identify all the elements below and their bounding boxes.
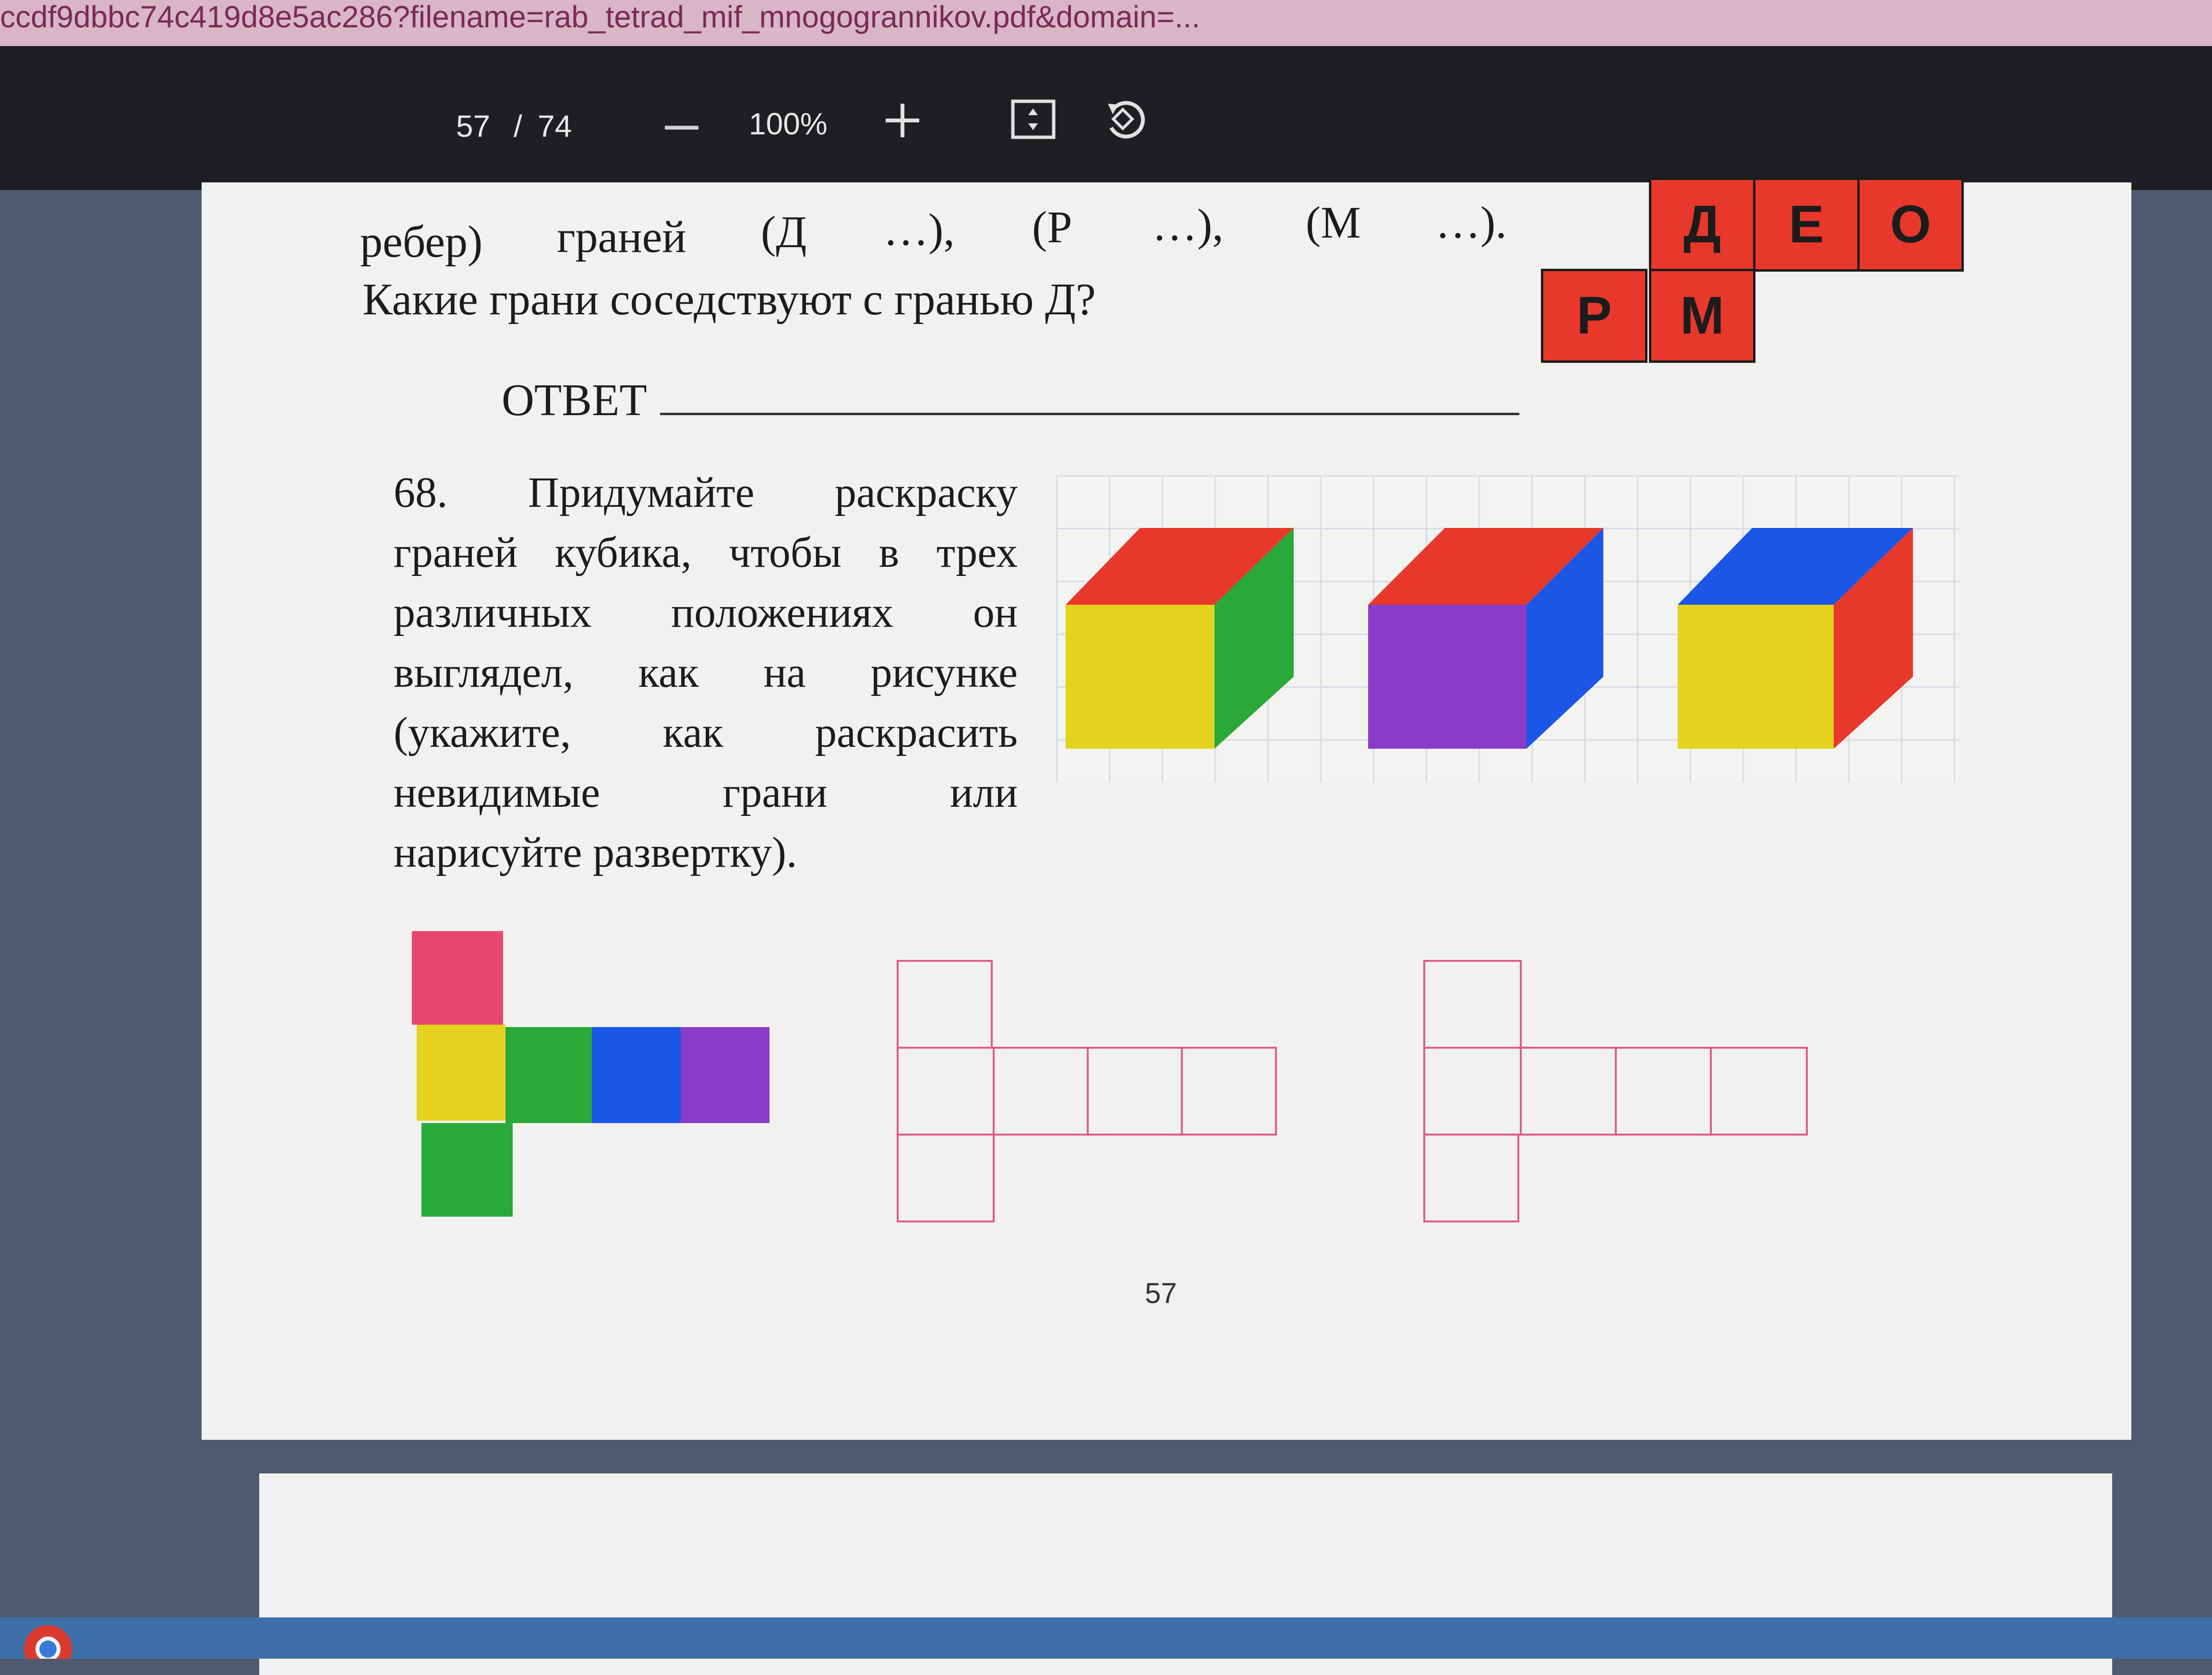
net-cell-d: Д bbox=[1649, 178, 1755, 272]
page-number: 57 bbox=[1145, 1277, 1177, 1309]
face-r-blank: …), bbox=[1152, 200, 1224, 250]
face-m-label: (М bbox=[1306, 198, 1361, 248]
colored-net-purple bbox=[681, 1027, 769, 1123]
empty-net-1-cell bbox=[897, 1047, 995, 1136]
cube-1-front bbox=[1066, 605, 1214, 749]
task68-line-6: невидимые грани или bbox=[394, 769, 1018, 816]
empty-net-2-cell bbox=[1423, 1047, 1522, 1136]
task68-line-5: (укажите, как раскрасить bbox=[394, 709, 1018, 756]
taskbar bbox=[0, 1617, 2212, 1673]
empty-net-1-bottom bbox=[897, 1134, 995, 1222]
current-page-input[interactable]: 57 bbox=[456, 108, 490, 144]
pdf-toolbar: 57 / 74 100% bbox=[0, 46, 2212, 190]
net-cell-e: Е bbox=[1753, 178, 1860, 272]
face-d-label: (Д bbox=[761, 207, 807, 257]
plus-icon[interactable] bbox=[886, 104, 919, 140]
task68-line-2: граней кубика, чтобы в трех bbox=[394, 529, 1018, 576]
face-d-blank: …), bbox=[883, 205, 955, 255]
chrome-icon[interactable] bbox=[19, 1620, 77, 1673]
question-text: Какие грани соседствуют с гранью Д? bbox=[362, 275, 1096, 324]
empty-net-2-cell bbox=[1615, 1047, 1712, 1136]
cube-3-front bbox=[1678, 605, 1834, 749]
cube-2 bbox=[1368, 528, 1603, 749]
document-page: ребер) граней (Д …), (Р …), (М …). Какие… bbox=[202, 178, 2131, 1440]
empty-net-1-top bbox=[897, 960, 993, 1049]
empty-net-2-bottom bbox=[1423, 1134, 1519, 1222]
net-cell-o: О bbox=[1857, 178, 1964, 272]
task68-line-3: различных положениях он bbox=[394, 589, 1018, 636]
answer-label: ОТВЕТ bbox=[502, 375, 647, 425]
page-separator: / bbox=[514, 109, 522, 144]
address-bar[interactable]: ccdf9dbbc74c419d8e5ac286?filename=rab_te… bbox=[0, 0, 2212, 46]
cube-views bbox=[1066, 528, 1913, 749]
colored-net-blue bbox=[592, 1027, 681, 1123]
total-pages: 74 bbox=[538, 109, 572, 144]
empty-net-1-cell bbox=[1087, 1047, 1183, 1136]
colored-net-bottom bbox=[421, 1123, 513, 1217]
minus-icon[interactable] bbox=[665, 123, 698, 135]
empty-net-1-cell bbox=[1181, 1047, 1277, 1136]
empty-net-2-cell bbox=[1710, 1047, 1808, 1136]
word-ribs: ребер) bbox=[360, 217, 483, 267]
url-text: ccdf9dbbc74c419d8e5ac286?filename=rab_te… bbox=[0, 0, 1201, 34]
task68-line-1: 68. Придумайте раскраску bbox=[394, 469, 1018, 516]
cube-1 bbox=[1066, 528, 1294, 749]
empty-net-1-cell bbox=[993, 1047, 1089, 1136]
empty-net-2-top bbox=[1423, 960, 1522, 1049]
face-r-label: (Р bbox=[1032, 203, 1072, 252]
fit-page-icon[interactable] bbox=[1010, 99, 1056, 142]
colored-net-top bbox=[412, 931, 503, 1025]
task68-line-4: выглядел, как на рисунке bbox=[394, 649, 1018, 696]
colored-net-green bbox=[505, 1027, 592, 1123]
zoom-level[interactable]: 100% bbox=[749, 106, 828, 142]
answer-line bbox=[660, 413, 1519, 415]
rotate-icon[interactable] bbox=[1099, 94, 1147, 144]
colored-net-yellow bbox=[417, 1025, 505, 1121]
empty-net-2-cell bbox=[1520, 1047, 1617, 1136]
word-faces: граней bbox=[557, 212, 686, 262]
net-cell-m: М bbox=[1649, 269, 1755, 363]
cube-2-front bbox=[1368, 605, 1527, 749]
task68-line-7: нарисуйте развертку). bbox=[394, 829, 797, 876]
net-cell-r: Р bbox=[1541, 269, 1647, 363]
face-m-blank: …). bbox=[1435, 198, 1507, 248]
cube-3 bbox=[1678, 528, 1913, 749]
